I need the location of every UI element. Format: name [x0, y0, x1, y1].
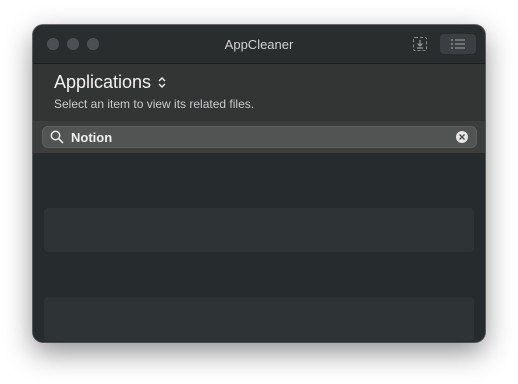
clear-icon[interactable]	[456, 131, 468, 143]
chevron-updown-icon[interactable]	[158, 76, 166, 89]
results-list	[33, 154, 485, 342]
list-item[interactable]	[44, 208, 474, 252]
list-item[interactable]	[44, 297, 474, 341]
search-icon	[50, 130, 64, 144]
search-input[interactable]	[71, 128, 441, 146]
applications-dropdown[interactable]: Applications	[54, 72, 151, 93]
list-icon	[451, 39, 465, 49]
download-icon[interactable]	[413, 37, 427, 51]
search-field[interactable]	[42, 126, 477, 148]
applications-header: Applications Select an item to view its …	[33, 64, 485, 121]
title-bar[interactable]: AppCleaner	[33, 25, 485, 64]
app-window: AppCleaner Applications Select an item t…	[33, 25, 485, 342]
header-subtitle: Select an item to view its related files…	[54, 97, 255, 111]
list-view-button[interactable]	[440, 34, 476, 54]
search-bar	[33, 121, 485, 154]
